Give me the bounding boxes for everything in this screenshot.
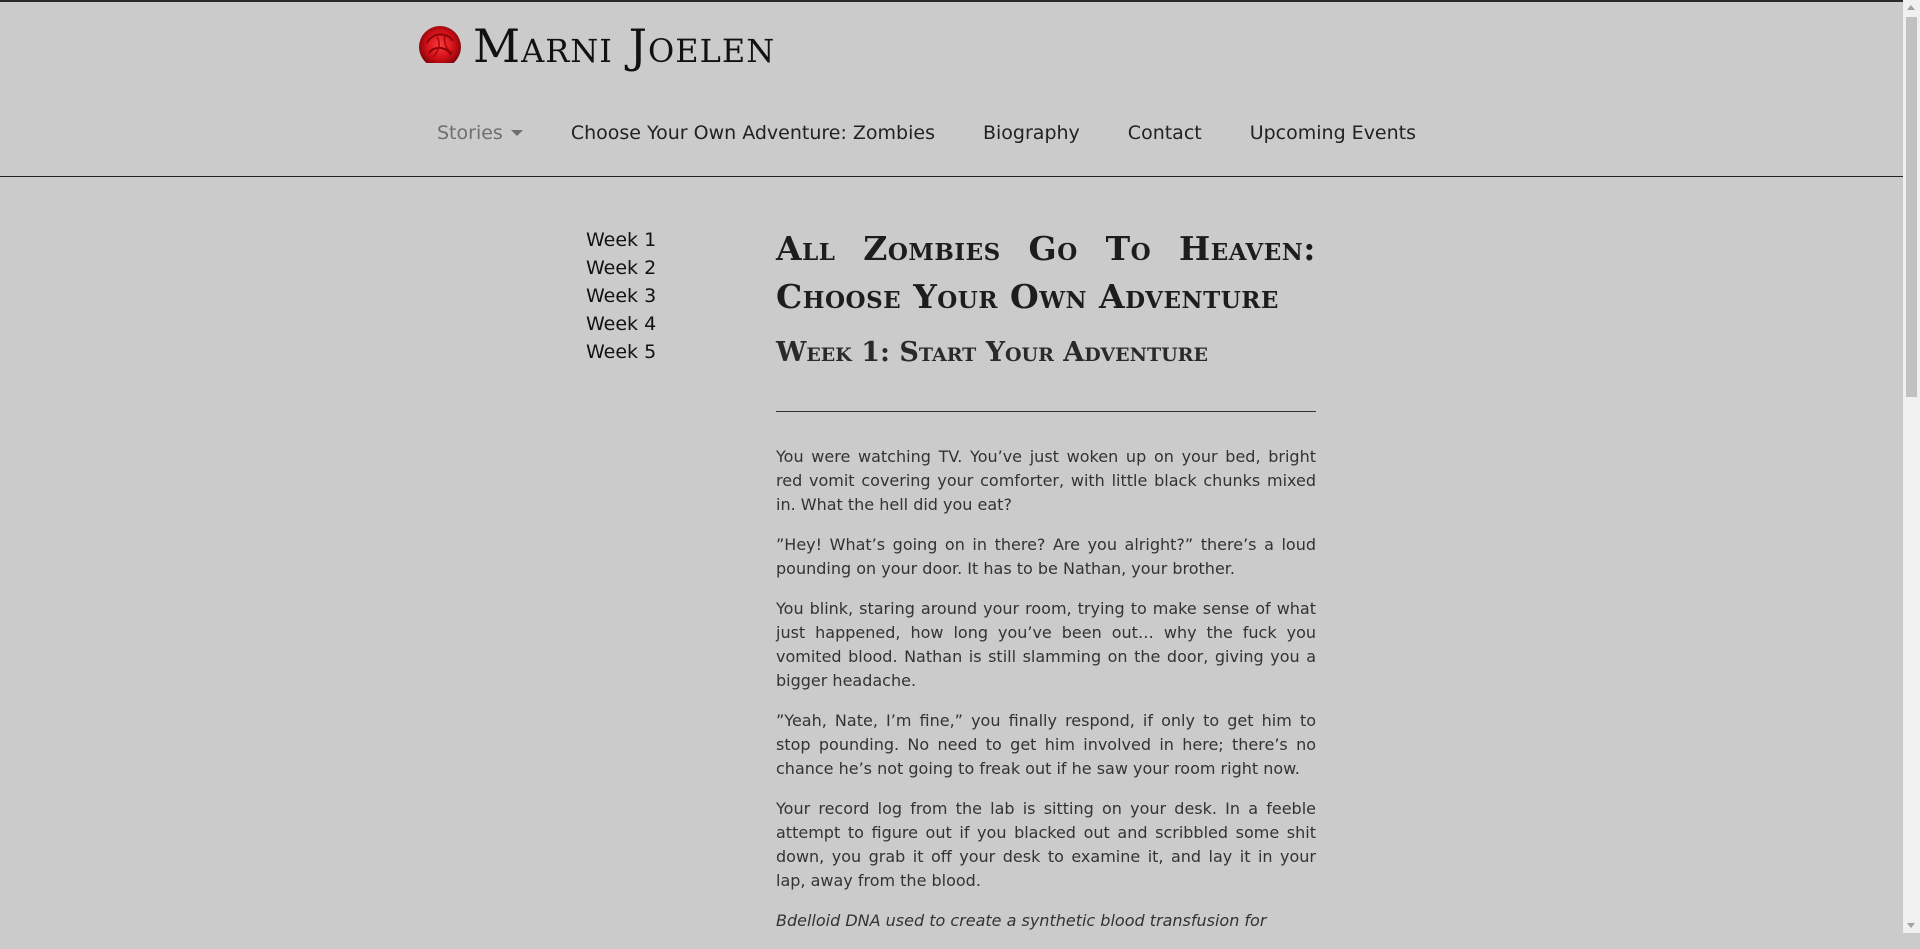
- article-content: All Zombies Go To Heaven: Choose Your Ow…: [776, 225, 1316, 949]
- story-paragraph: You blink, staring around your room, try…: [776, 599, 1316, 690]
- sidebar-item-week-1[interactable]: Week 1: [586, 226, 656, 254]
- brand-logo[interactable]: Marni Joelen: [417, 16, 775, 76]
- nav-biography[interactable]: Biography: [983, 122, 1080, 144]
- scroll-up-arrow-icon[interactable]: [1907, 5, 1915, 10]
- nav-stories-label: Stories: [437, 122, 503, 144]
- nav-stories-dropdown[interactable]: Stories: [437, 122, 523, 144]
- story-paragraph: ”Yeah, Nate, I’m fine,” you finally resp…: [776, 711, 1316, 778]
- site-header: Marni Joelen Stories Choose Your Own Adv…: [0, 2, 1903, 177]
- article-title: All Zombies Go To Heaven: Choose Your Ow…: [776, 229, 1316, 316]
- divider: [776, 411, 1316, 412]
- week-sidebar: Week 1 Week 2 Week 3 Week 4 Week 5: [586, 226, 656, 366]
- nav-upcoming-events[interactable]: Upcoming Events: [1250, 122, 1416, 144]
- sidebar-item-week-4[interactable]: Week 4: [586, 310, 656, 338]
- article-subtitle: Week 1: Start Your Adventure: [776, 337, 1208, 368]
- brand-name: Marni Joelen: [473, 19, 776, 73]
- story-paragraph: You were watching TV. You’ve just woken …: [776, 447, 1316, 514]
- vertical-scrollbar[interactable]: [1903, 0, 1920, 933]
- sidebar-item-week-5[interactable]: Week 5: [586, 338, 656, 366]
- story-paragraph: ”Hey! What’s going on in there? Are you …: [776, 535, 1316, 578]
- nav-contact[interactable]: Contact: [1128, 122, 1202, 144]
- sidebar-item-week-3[interactable]: Week 3: [586, 282, 656, 310]
- red-rose-icon: [417, 23, 463, 69]
- story-paragraph: Your record log from the lab is sitting …: [776, 799, 1316, 890]
- scroll-down-arrow-icon[interactable]: [1907, 923, 1915, 928]
- sidebar-item-week-2[interactable]: Week 2: [586, 254, 656, 282]
- nav-choose-your-own-adventure[interactable]: Choose Your Own Adventure: Zombies: [571, 122, 935, 144]
- caret-down-icon: [510, 130, 523, 136]
- main-nav: Stories Choose Your Own Adventure: Zombi…: [437, 118, 1464, 148]
- story-paragraph-italic: Bdelloid DNA used to create a synthetic …: [776, 911, 1267, 930]
- scrollbar-thumb[interactable]: [1906, 17, 1917, 397]
